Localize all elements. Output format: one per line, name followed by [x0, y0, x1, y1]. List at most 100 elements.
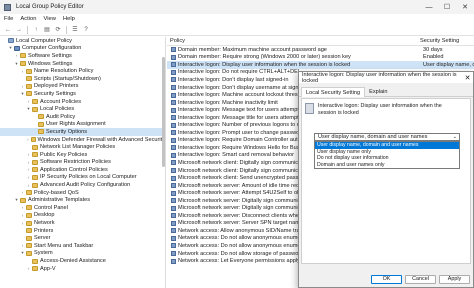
tree-item[interactable]: › Windows Defender Firewall with Advanced… [0, 136, 165, 144]
collapse-arrow-icon[interactable]: › [26, 183, 31, 188]
folder-icon [26, 220, 32, 226]
dialog-title: Interactive logon: Display user informat… [302, 71, 457, 84]
menu-action[interactable]: Action [20, 16, 36, 22]
close-icon[interactable]: ✕ [456, 0, 474, 14]
menu-file[interactable]: File [4, 16, 13, 22]
folder-icon [38, 121, 44, 127]
tree-item[interactable]: › Deployed Printers [0, 83, 165, 91]
navigation-tree: Local Computer Policy ▾ Computer Configura… [0, 37, 166, 288]
tree-item[interactable]: › Advanced Audit Policy Configuration [0, 181, 165, 189]
tree-item[interactable]: ▾ Computer Configuration [0, 45, 165, 53]
tab-explain[interactable]: Explain [365, 87, 391, 97]
tree-item[interactable]: › Control Panel [0, 204, 165, 212]
tree-item[interactable]: › Policy-based QoS [0, 189, 165, 197]
expand-arrow-icon[interactable]: ▾ [14, 61, 19, 67]
expand-arrow-icon[interactable]: ▾ [8, 45, 13, 51]
tree-item-label: Public Key Policies [40, 151, 88, 158]
up-icon[interactable]: ↑ [32, 26, 40, 34]
tree-item[interactable]: › Desktop [0, 212, 165, 220]
expand-arrow-icon[interactable]: ▾ [14, 197, 19, 203]
forward-icon[interactable]: → [15, 26, 23, 34]
back-icon[interactable]: ← [4, 26, 12, 34]
tree-item[interactable]: Security Options [0, 128, 165, 136]
tree-item[interactable]: ▾ Windows Settings [0, 60, 165, 68]
policy-row[interactable]: Domain member: Require strong (Windows 2… [167, 54, 474, 62]
dropdown-option[interactable]: User display name, domain and user names [315, 142, 459, 149]
column-header-setting[interactable]: Security Setting [417, 38, 474, 44]
dropdown-option[interactable]: User display name only [315, 149, 459, 156]
tree-item[interactable]: Network List Manager Policies [0, 143, 165, 151]
properties-icon[interactable]: ☰ [71, 26, 79, 34]
tab-local-security-setting[interactable]: Local Security Setting [301, 87, 366, 97]
collapse-arrow-icon[interactable]: › [20, 243, 25, 248]
refresh-icon[interactable]: ⟳ [54, 26, 62, 34]
tree-item[interactable]: Printers [0, 227, 165, 235]
tree-item[interactable]: › Public Key Policies [0, 151, 165, 159]
setting-select[interactable]: User display name, domain and user names… [314, 133, 460, 141]
expand-arrow-icon[interactable]: ▾ [20, 250, 25, 256]
policy-row[interactable]: Interactive logon: Display user informat… [167, 61, 474, 69]
tree-item-label: Windows Defender Firewall with Advanced … [37, 136, 165, 143]
tree-item[interactable]: Local Computer Policy [0, 37, 165, 45]
collapse-arrow-icon[interactable]: › [14, 53, 19, 58]
show-hide-tree-icon[interactable]: ▤ [43, 26, 51, 34]
help-icon[interactable]: ? [82, 26, 90, 34]
tree-item[interactable]: ▾ Administrative Templates [0, 196, 165, 204]
policy-name: Domain member: Require strong (Windows 2… [178, 54, 351, 61]
folder-icon [32, 258, 38, 264]
folder-icon [38, 129, 44, 135]
tree-item[interactable]: Scripts (Startup/Shutdown) [0, 75, 165, 83]
collapse-arrow-icon[interactable]: › [26, 175, 31, 180]
tree-scrollbar[interactable] [161, 37, 166, 288]
tree-item[interactable]: ▾ Local Policies [0, 105, 165, 113]
menu-view[interactable]: View [43, 16, 55, 22]
dialog-close-icon[interactable]: ✕ [462, 72, 473, 83]
collapse-arrow-icon[interactable]: › [26, 167, 31, 172]
expand-arrow-icon[interactable]: ▾ [20, 91, 25, 97]
collapse-arrow-icon[interactable]: › [20, 221, 25, 226]
dropdown-option[interactable]: Do not display user information [315, 155, 459, 162]
tree-scrollbar-thumb[interactable] [162, 57, 165, 167]
collapse-arrow-icon[interactable]: › [26, 137, 30, 142]
collapse-arrow-icon[interactable]: › [26, 152, 31, 157]
tree-item[interactable]: Access-Denied Assistance [0, 257, 165, 265]
tree-item[interactable]: › Name Resolution Policy [0, 67, 165, 75]
tree-item[interactable]: › App-V [0, 265, 165, 273]
policy-name: Domain member: Maximum machine account p… [178, 46, 327, 53]
apply-button[interactable]: Apply [439, 274, 470, 284]
tree-item[interactable]: ▾ Security Settings [0, 90, 165, 98]
collapse-arrow-icon[interactable]: › [20, 205, 25, 210]
tree-item[interactable]: › Application Control Policies [0, 166, 165, 174]
tree-item[interactable]: › Software Restriction Policies [0, 159, 165, 167]
tree-item[interactable]: ▾ System [0, 250, 165, 258]
column-header-policy[interactable]: Policy [167, 38, 417, 44]
collapse-arrow-icon[interactable]: › [20, 69, 25, 74]
policy-row[interactable]: Domain member: Maximum machine account p… [167, 46, 474, 54]
minimize-icon[interactable]: — [420, 0, 438, 14]
dropdown-option[interactable]: Domain and user names only [315, 162, 459, 169]
menu-help[interactable]: Help [63, 16, 75, 22]
maximize-icon[interactable]: ☐ [438, 0, 456, 14]
gpedit-app-icon [4, 3, 11, 11]
tree-item[interactable]: Audit Policy [0, 113, 165, 121]
collapse-arrow-icon[interactable]: › [20, 190, 25, 195]
tree-item[interactable]: › IP Security Policies on Local Computer [0, 174, 165, 182]
collapse-arrow-icon[interactable]: › [20, 213, 25, 218]
tree-item[interactable]: › Account Policies [0, 98, 165, 106]
tree-item[interactable]: › Start Menu and Taskbar [0, 242, 165, 250]
collapse-arrow-icon[interactable]: › [26, 160, 31, 165]
window-title: Local Group Policy Editor [16, 4, 84, 10]
tree-item[interactable]: User Rights Assignment [0, 121, 165, 129]
tree-item[interactable]: › Software Settings [0, 52, 165, 60]
cancel-button[interactable]: Cancel [405, 274, 436, 284]
collapse-arrow-icon[interactable]: › [26, 266, 31, 271]
collapse-arrow-icon[interactable]: › [26, 99, 31, 104]
tree-item[interactable]: Server [0, 234, 165, 242]
folder-icon [38, 114, 44, 120]
policy-setting-icon [171, 198, 176, 204]
collapse-arrow-icon[interactable]: › [20, 84, 25, 89]
tree-item-label: Name Resolution Policy [34, 68, 94, 75]
expand-arrow-icon[interactable]: ▾ [26, 106, 31, 112]
tree-item[interactable]: › Network [0, 219, 165, 227]
ok-button[interactable]: OK [371, 274, 402, 284]
